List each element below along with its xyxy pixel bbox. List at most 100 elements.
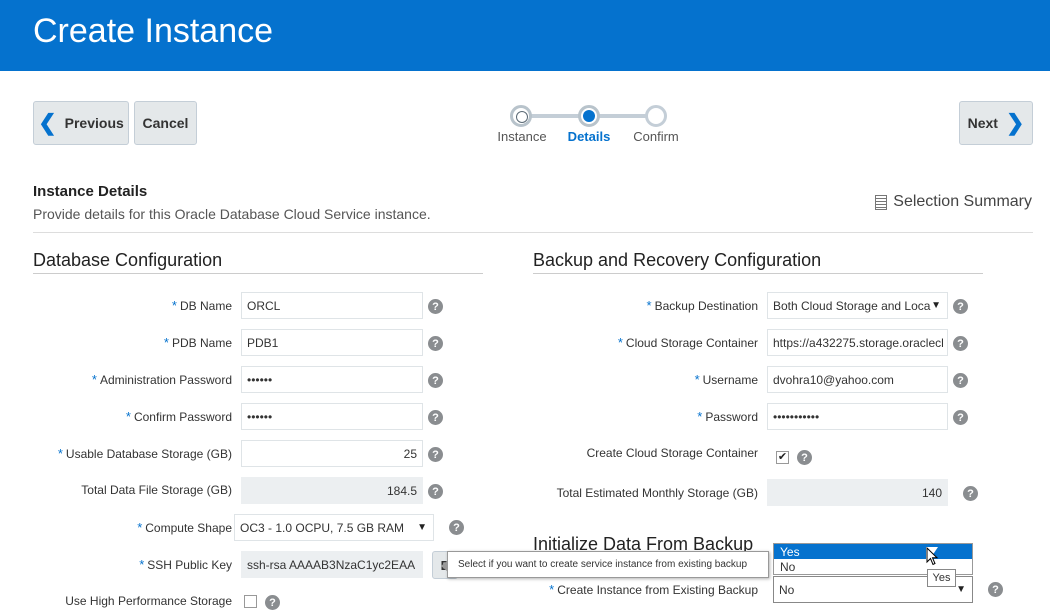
usable-storage-input[interactable]: 25 (241, 440, 423, 467)
required-marker: * (697, 409, 703, 424)
confirm-password-input[interactable]: •••••• (241, 403, 423, 430)
backup-config-title: Backup and Recovery Configuration (533, 250, 822, 270)
section-title: Instance Details (33, 183, 148, 200)
create-container-checkbox[interactable]: ✔ (776, 451, 789, 464)
compute-shape-label: * Compute Shape (137, 520, 232, 535)
previous-button[interactable]: ❮ Previous (33, 101, 129, 145)
required-marker: * (57, 446, 63, 461)
compute-shape-value: OC3 - 1.0 OCPU, 7.5 GB RAM (240, 520, 405, 535)
chevron-down-icon: ▼ (931, 300, 941, 311)
pdb-name-label-text: PDB Name (171, 336, 232, 350)
cancel-button[interactable]: Cancel (134, 101, 197, 145)
help-icon[interactable]: ? (428, 336, 443, 351)
section-divider (33, 232, 1033, 233)
train-stop-details[interactable] (578, 105, 600, 127)
help-icon[interactable]: ? (428, 484, 443, 499)
chevron-right-icon: ❯ (1005, 110, 1025, 135)
help-icon[interactable]: ? (428, 373, 443, 388)
help-icon[interactable]: ? (988, 582, 1003, 597)
help-icon[interactable]: ? (963, 486, 978, 501)
backup-destination-label-text: Backup Destination (654, 299, 758, 313)
train-label-confirm[interactable]: Confirm (633, 129, 679, 144)
train-stop-confirm[interactable] (645, 105, 667, 127)
required-marker: * (171, 298, 177, 313)
chevron-down-icon: ▼ (956, 584, 966, 595)
section-description: Provide details for this Oracle Database… (33, 206, 431, 222)
help-icon[interactable]: ? (953, 373, 968, 388)
password-label: * Password (697, 409, 758, 424)
summary-list-icon (875, 194, 888, 210)
required-marker: * (646, 298, 652, 313)
total-file-storage-value: 184.5 (241, 477, 423, 504)
dropdown-option-yes[interactable]: Yes (774, 544, 972, 559)
high-perf-checkbox[interactable] (244, 595, 257, 608)
db-config-divider (33, 273, 483, 274)
required-marker: * (91, 372, 97, 387)
help-icon[interactable]: ? (449, 520, 464, 535)
password-label-text: Password (705, 410, 758, 424)
help-icon[interactable]: ? (797, 450, 812, 465)
usable-storage-label: * Usable Database Storage (GB) (58, 446, 232, 461)
ssh-key-label: * SSH Public Key (139, 557, 232, 572)
db-name-label: * DB Name (172, 298, 232, 313)
chevron-left-icon: ❮ (38, 110, 57, 135)
create-from-backup-label: * Create Instance from Existing Backup (549, 582, 758, 597)
next-button[interactable]: Next ❯ (959, 101, 1033, 145)
selection-summary-label: Selection Summary (893, 193, 1032, 210)
create-from-backup-value: No (779, 582, 795, 597)
required-marker: * (617, 335, 623, 350)
train-stop-instance[interactable] (510, 105, 532, 127)
help-icon[interactable]: ? (953, 410, 968, 425)
backup-destination-select[interactable]: Both Cloud Storage and Loca ▼ (767, 292, 948, 319)
chevron-down-icon: ▼ (417, 522, 427, 533)
storage-container-label-text: Cloud Storage Container (625, 336, 758, 350)
required-marker: * (163, 335, 169, 350)
estimated-storage-value: 140 (767, 479, 948, 506)
help-icon[interactable]: ? (953, 299, 968, 314)
create-container-label: Create Cloud Storage Container (586, 446, 758, 460)
required-marker: * (694, 372, 700, 387)
pdb-name-label: * PDB Name (164, 335, 232, 350)
storage-container-label: * Cloud Storage Container (618, 335, 758, 350)
create-from-backup-tooltip: Select if you want to create service ins… (441, 551, 769, 578)
admin-password-label-text: Administration Password (99, 373, 232, 387)
confirm-password-label-text: Confirm Password (133, 410, 232, 424)
username-input[interactable]: dvohra10@yahoo.com (767, 366, 948, 393)
username-label-text: Username (702, 373, 758, 387)
backup-destination-label: * Backup Destination (647, 298, 758, 313)
create-from-backup-label-text: Create Instance from Existing Backup (557, 583, 758, 597)
high-perf-label: Use High Performance Storage (65, 594, 232, 608)
db-name-label-text: DB Name (179, 299, 232, 313)
help-icon[interactable]: ? (428, 299, 443, 314)
train-label-details[interactable]: Details (568, 129, 611, 144)
compute-shape-select[interactable]: OC3 - 1.0 OCPU, 7.5 GB RAM ▼ (234, 514, 434, 541)
pdb-name-input[interactable]: PDB1 (241, 329, 423, 356)
admin-password-input[interactable]: •••••• (241, 366, 423, 393)
backup-config-divider (533, 273, 983, 274)
required-marker: * (549, 582, 555, 597)
help-icon[interactable]: ? (265, 595, 280, 610)
confirm-password-label: * Confirm Password (126, 409, 232, 424)
help-icon[interactable]: ? (428, 447, 443, 462)
option-hover-tooltip: Yes (927, 569, 956, 587)
db-name-input[interactable]: ORCL (241, 292, 423, 319)
page-header: Create Instance (0, 0, 1050, 71)
help-icon[interactable]: ? (428, 410, 443, 425)
ssh-key-label-text: SSH Public Key (147, 558, 232, 572)
help-icon[interactable]: ? (953, 336, 968, 351)
required-marker: * (125, 409, 131, 424)
required-marker: * (137, 520, 143, 535)
train-label-instance[interactable]: Instance (497, 129, 546, 144)
required-marker: * (139, 557, 145, 572)
password-input[interactable]: ••••••••••• (767, 403, 948, 430)
total-file-storage-label: Total Data File Storage (GB) (81, 483, 232, 497)
cancel-button-label: Cancel (142, 115, 189, 131)
compute-shape-label-text: Compute Shape (145, 521, 232, 535)
storage-container-input[interactable]: https://a432275.storage.oraclecl (767, 329, 948, 356)
selection-summary-link[interactable]: Selection Summary (875, 193, 1032, 211)
db-config-title: Database Configuration (33, 250, 223, 270)
page-title: Create Instance (33, 12, 274, 50)
previous-button-label: Previous (64, 115, 124, 131)
estimated-storage-label: Total Estimated Monthly Storage (GB) (556, 486, 758, 500)
admin-password-label: * Administration Password (92, 372, 232, 387)
